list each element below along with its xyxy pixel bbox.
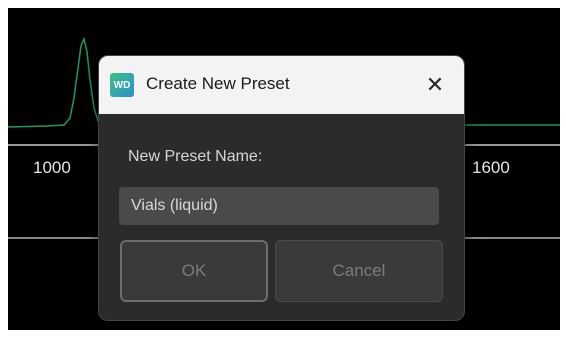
create-preset-dialog: WD Create New Preset ✕ New Preset Name: … [98,55,465,321]
close-icon: ✕ [425,72,445,97]
ok-button[interactable]: OK [120,240,268,302]
close-button[interactable]: ✕ [406,56,464,114]
cancel-button[interactable]: Cancel [275,240,443,302]
dialog-titlebar: WD Create New Preset ✕ [99,56,464,114]
spectrum-view: 1000 1600 WD Create New Preset ✕ New Pre… [8,8,560,330]
dialog-title: Create New Preset [146,74,290,93]
preset-name-input[interactable] [119,187,439,225]
app-icon: WD [110,73,134,97]
preset-name-label: New Preset Name: [128,148,263,165]
tick-label-1600: 1600 [472,158,510,177]
tick-label-1000: 1000 [33,158,71,177]
